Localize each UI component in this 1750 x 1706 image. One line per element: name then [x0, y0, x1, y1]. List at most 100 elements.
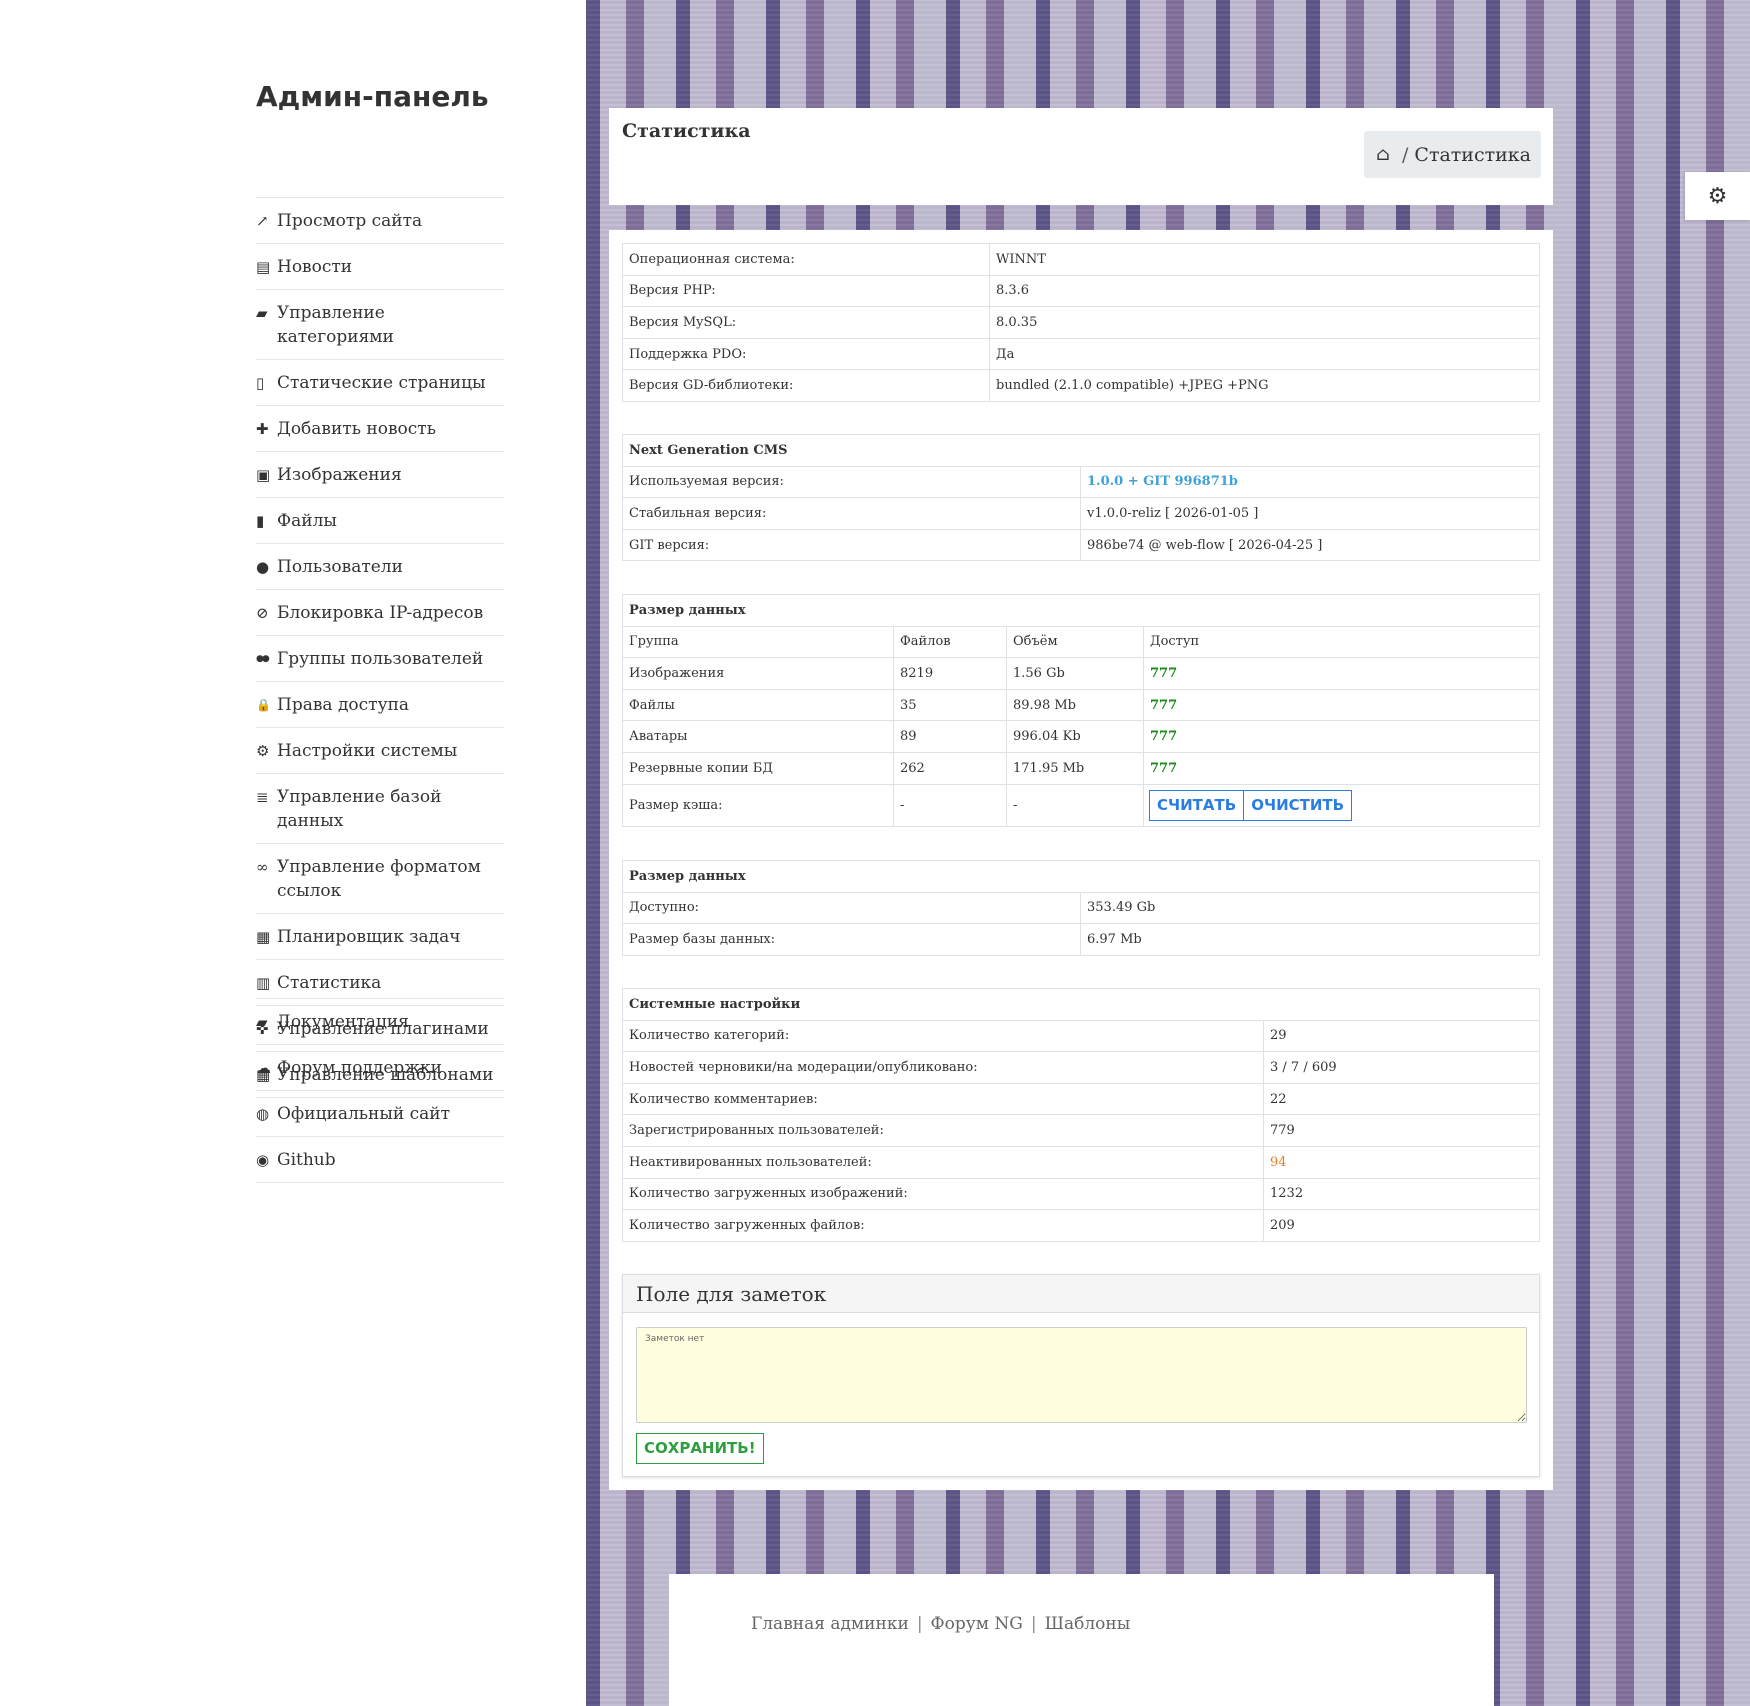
- section-title: Системные настройки: [622, 988, 1540, 1021]
- system-settings-table: Системные настройки Количество категорий…: [622, 988, 1540, 1242]
- row-value: 3 / 7 / 609: [1263, 1051, 1540, 1084]
- cell-size: 89.98 Mb: [1006, 688, 1144, 722]
- sidebar-item-label: Планировщик задач: [277, 927, 461, 947]
- ban-icon: ⊘: [256, 604, 269, 622]
- settings-toggle[interactable]: ⚙: [1685, 172, 1750, 220]
- row-label: Версия MySQL:: [622, 306, 990, 339]
- row-value: 209: [1263, 1209, 1540, 1242]
- sidebar-item-news[interactable]: ▤ Новости: [256, 244, 504, 290]
- sidebar-item-label: Github: [277, 1150, 336, 1170]
- comments-icon: ☁: [256, 1059, 271, 1077]
- sidebar-item-view-site[interactable]: ↗ Просмотр сайта: [256, 198, 504, 244]
- count-cache-button[interactable]: СЧИТАТЬ: [1149, 789, 1245, 821]
- image-icon: ▣: [256, 466, 271, 484]
- sidebar: Админ-панель ↗ Просмотр сайта ▤ Новости ▰ У…: [0, 0, 586, 1706]
- table-row: Файлы 35 89.98 Mb 777: [622, 688, 1540, 722]
- sidebar-item-ip-ban[interactable]: ⊘ Блокировка IP-адресов: [256, 590, 504, 636]
- cell-group: Изображения: [622, 657, 894, 690]
- sidebar-item-scheduler[interactable]: ▦ Планировщик задач: [256, 914, 504, 960]
- database-icon: ≣: [256, 788, 269, 806]
- column-header: Файлов: [893, 625, 1007, 659]
- cell-access: 777: [1143, 688, 1540, 722]
- sidebar-item-categories[interactable]: ▰ Управление категориями: [256, 290, 504, 360]
- section-title: Размер данных: [622, 860, 1540, 893]
- row-value: bundled (2.1.0 compatible) +JPEG +PNG: [989, 369, 1540, 402]
- data-size-table: Размер данных Группа Файлов Объём Доступ…: [622, 594, 1540, 827]
- table-row: Размер базы данных: 6.97 Mb: [622, 923, 1540, 956]
- table-row: GIT версия: 986be74 @ web-flow [ 2026-04-…: [622, 528, 1540, 562]
- sidebar-item-label: Группы пользователей: [277, 649, 484, 669]
- footer-links: Главная админки | Форум NG | Шаблоны: [751, 1614, 1130, 1634]
- table-header-row: Next Generation CMS: [622, 434, 1540, 467]
- footer-separator: |: [1030, 1614, 1037, 1634]
- footer-link-admin-home[interactable]: Главная админки: [751, 1614, 909, 1634]
- home-icon[interactable]: ⌂: [1376, 144, 1390, 165]
- row-label: Используемая версия:: [622, 465, 1081, 499]
- file-icon: ▮: [256, 512, 265, 530]
- notes-textarea[interactable]: [636, 1327, 1527, 1423]
- column-header: Группа: [622, 625, 894, 659]
- sidebar-item-label: Статистика: [277, 973, 382, 993]
- sidebar-extra-nav: ▰ Документация ☁ Форум поддержки ◍ Официаль…: [256, 998, 504, 1183]
- row-value: 8.3.6: [989, 274, 1540, 308]
- cache-actions: СЧИТАТЬ ОЧИСТИТЬ: [1143, 783, 1540, 827]
- sidebar-item-system-settings[interactable]: ⚙ Настройки системы: [256, 728, 504, 774]
- row-value-warning: 94: [1263, 1145, 1540, 1179]
- sidebar-item-files[interactable]: ▮ Файлы: [256, 498, 504, 544]
- file-text-icon: ▯: [256, 374, 265, 392]
- sidebar-nav: ↗ Просмотр сайта ▤ Новости ▰ Управление кат…: [256, 197, 504, 1098]
- table-row: Доступно: 353.49 Gb: [622, 891, 1540, 925]
- sidebar-item-label: Настройки системы: [277, 741, 458, 761]
- row-value: Да: [989, 337, 1540, 371]
- sidebar-item-label: Управление форматом ссылок: [277, 857, 481, 901]
- section-title: Next Generation CMS: [622, 434, 1540, 467]
- table-row: Используемая версия: 1.0.0 + GIT 996871b: [622, 465, 1540, 499]
- bar-chart-icon: ▥: [256, 974, 271, 992]
- sidebar-item-link-format[interactable]: ∞ Управление форматом ссылок: [256, 844, 504, 914]
- sidebar-item-images[interactable]: ▣ Изображения: [256, 452, 504, 498]
- breadcrumb-separator: /: [1402, 143, 1409, 166]
- sidebar-item-users[interactable]: ● Пользователи: [256, 544, 504, 590]
- calendar-icon: ▦: [256, 928, 271, 946]
- column-header: Доступ: [1143, 625, 1540, 659]
- sidebar-item-label: Официальный сайт: [277, 1104, 451, 1124]
- sidebar-item-github[interactable]: ◉ Github: [256, 1137, 504, 1183]
- cell-size: 1.56 Gb: [1006, 657, 1144, 690]
- sidebar-item-docs[interactable]: ▰ Документация: [256, 999, 504, 1045]
- cms-info-table: Next Generation CMS Используемая версия:…: [622, 434, 1540, 562]
- sidebar-item-add-news[interactable]: ✚ Добавить новость: [256, 406, 504, 452]
- cell-size: 996.04 Kb: [1006, 720, 1144, 753]
- row-label: Зарегистрированных пользователей:: [622, 1114, 1264, 1147]
- globe-icon: ◍: [256, 1105, 270, 1123]
- cell-files: 89: [893, 720, 1007, 753]
- save-notes-button[interactable]: СОХРАНИТЬ!: [636, 1433, 764, 1464]
- cell-files: 35: [893, 688, 1007, 722]
- row-value: 353.49 Gb: [1080, 891, 1540, 925]
- table-row: Стабильная версия: v1.0.0-reliz [ 2026-01…: [622, 497, 1540, 530]
- table-header-row: Размер данных: [622, 860, 1540, 893]
- sidebar-item-static-pages[interactable]: ▯ Статические страницы: [256, 360, 504, 406]
- book-icon: ▰: [256, 1013, 268, 1031]
- statistics-content: Операционная система: WINNT Версия PHP: 8.…: [609, 230, 1553, 1490]
- sidebar-item-database[interactable]: ≣ Управление базой данных: [256, 774, 504, 844]
- table-header-row: Размер данных: [622, 594, 1540, 627]
- footer-link-forum[interactable]: Форум NG: [931, 1614, 1023, 1634]
- row-label: GIT версия:: [622, 528, 1081, 562]
- sidebar-item-user-groups[interactable]: ●● Группы пользователей: [256, 636, 504, 682]
- cell-group: Резервные копии БД: [622, 751, 894, 785]
- footer-link-templates[interactable]: Шаблоны: [1045, 1614, 1131, 1634]
- sidebar-item-official-site[interactable]: ◍ Официальный сайт: [256, 1091, 504, 1137]
- row-value: 8.0.35: [989, 306, 1540, 339]
- row-label: Количество категорий:: [622, 1019, 1264, 1053]
- sidebar-item-label: Изображения: [277, 465, 402, 485]
- cell-size: -: [1006, 783, 1144, 827]
- table-row: Операционная система: WINNT: [622, 243, 1540, 276]
- github-icon: ◉: [256, 1151, 270, 1169]
- current-version-link[interactable]: 1.0.0 + GIT 996871b: [1087, 474, 1238, 489]
- row-value: v1.0.0-reliz [ 2026-01-05 ]: [1080, 497, 1540, 530]
- newspaper-icon: ▤: [256, 258, 271, 276]
- sidebar-item-forum[interactable]: ☁ Форум поддержки: [256, 1045, 504, 1091]
- row-label: Доступно:: [622, 891, 1081, 925]
- clear-cache-button[interactable]: ОЧИСТИТЬ: [1243, 789, 1353, 821]
- sidebar-item-permissions[interactable]: 🔒 Права доступа: [256, 682, 504, 728]
